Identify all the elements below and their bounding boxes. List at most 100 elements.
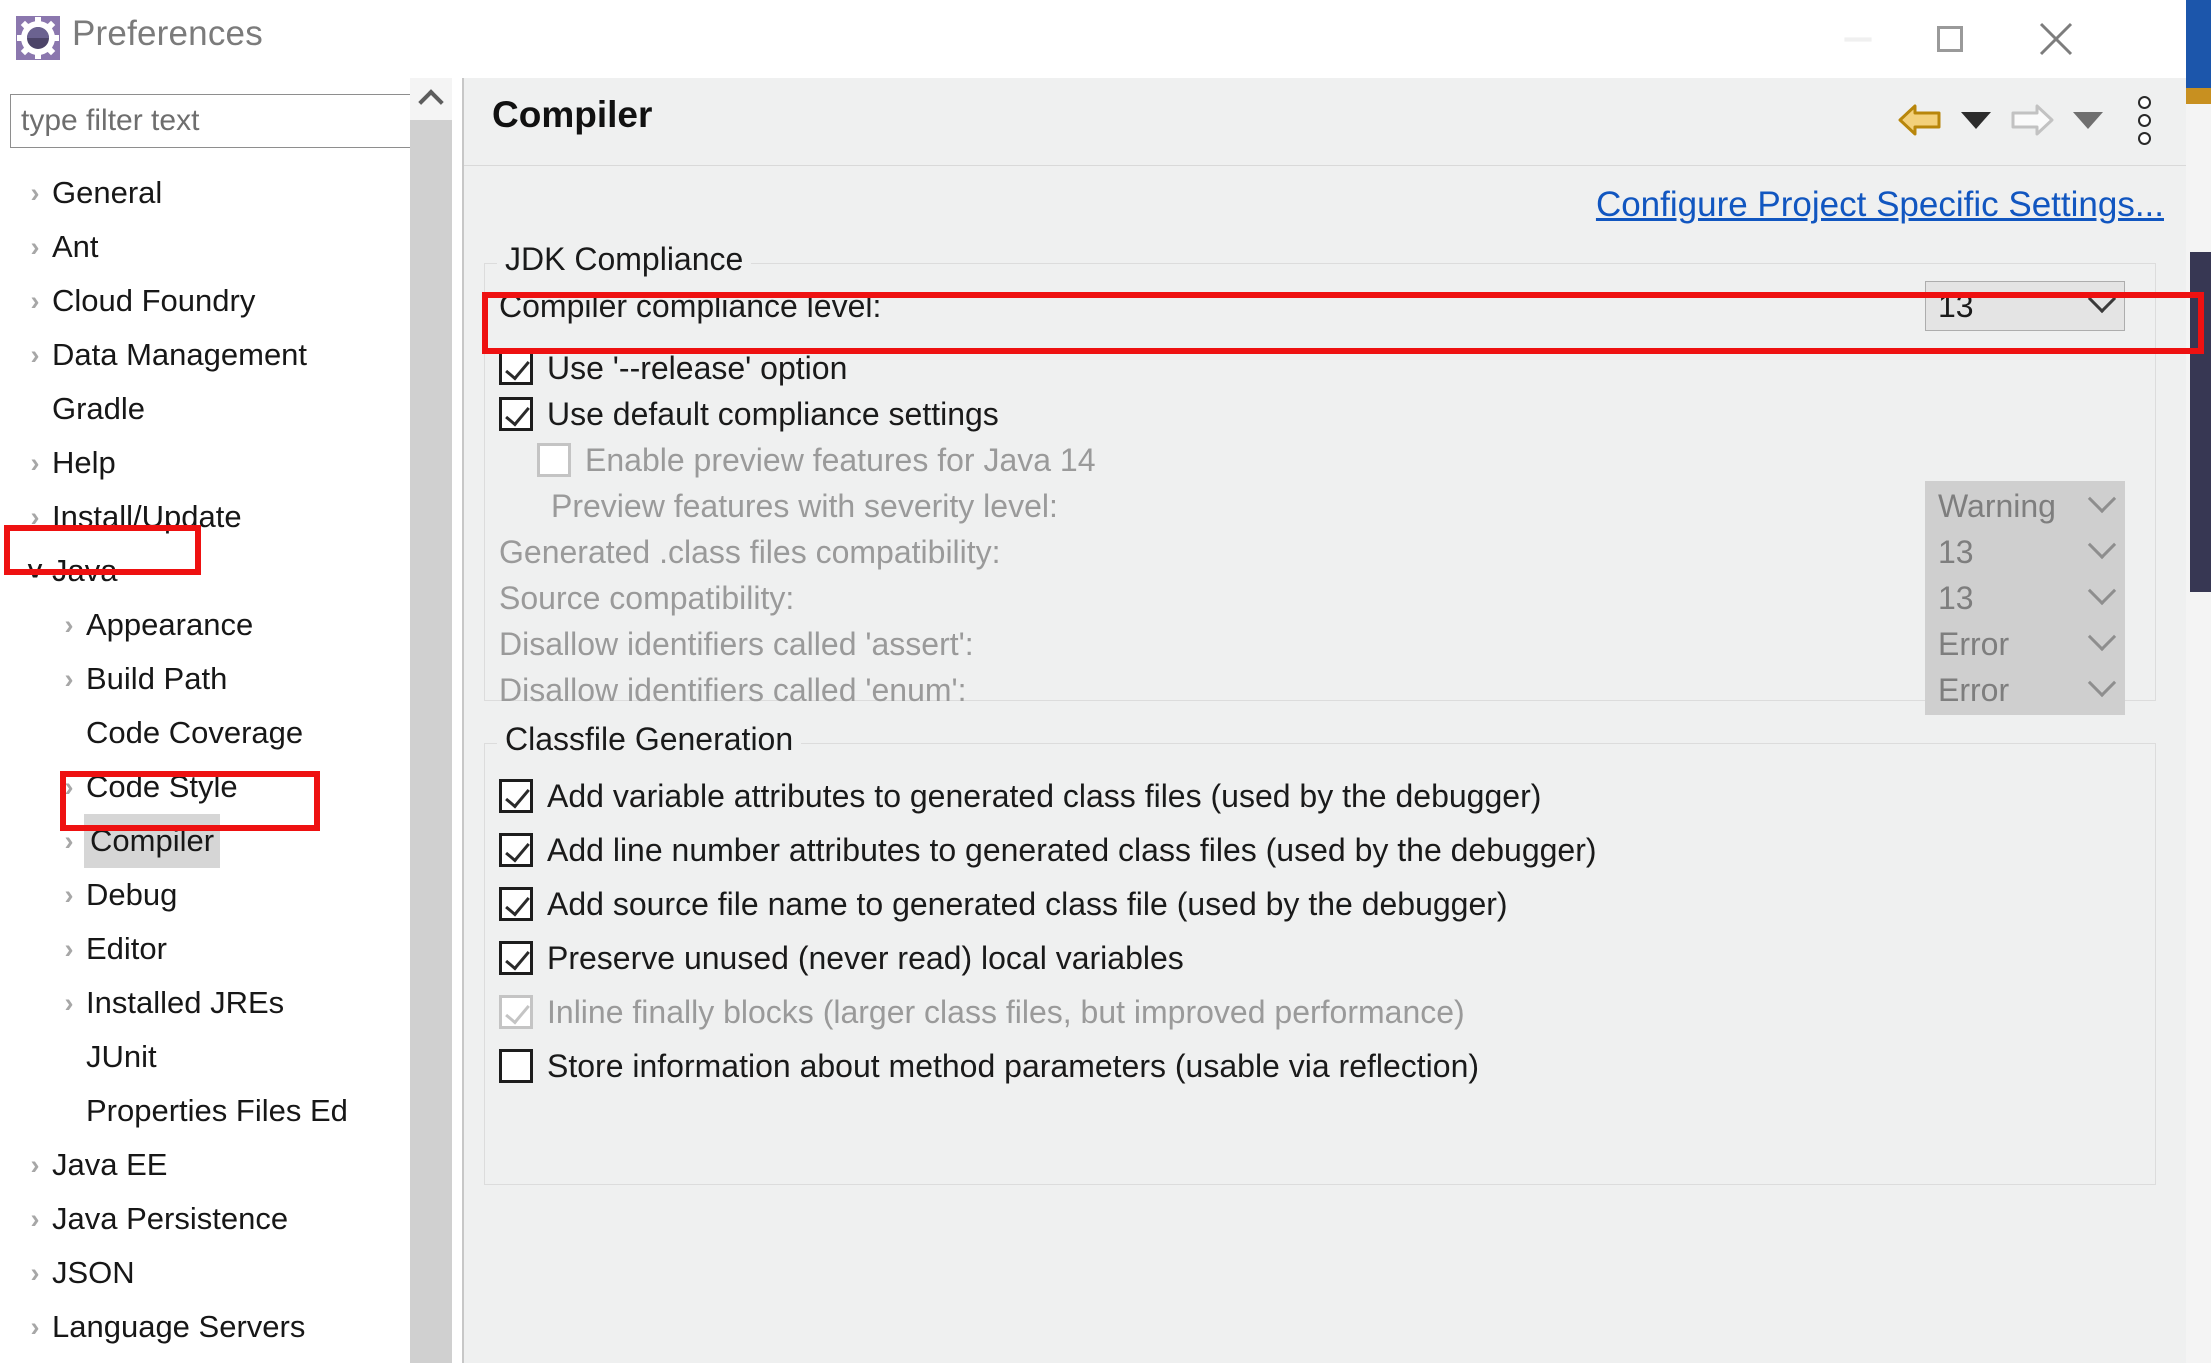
- sidebar-scrollbar-track[interactable]: [410, 78, 452, 1363]
- chevron-right-icon[interactable]: ›: [52, 598, 86, 652]
- back-button[interactable]: [1892, 92, 1948, 148]
- chevron-right-icon[interactable]: ›: [18, 1138, 52, 1192]
- sidebar-item-debug[interactable]: › Debug: [0, 868, 410, 922]
- sidebar-item-gradle[interactable]: Gradle: [0, 382, 410, 436]
- checkbox-label: Store information about method parameter…: [547, 1047, 1480, 1084]
- sidebar-item-properties-files-ed[interactable]: Properties Files Ed: [0, 1084, 410, 1138]
- back-history-dropdown[interactable]: [1948, 92, 2004, 148]
- sidebar-item-editor[interactable]: › Editor: [0, 922, 410, 976]
- sidebar-item-label: Maven: [52, 1354, 145, 1363]
- chevron-down-icon: [2087, 576, 2117, 606]
- configure-project-specific-settings-link[interactable]: Configure Project Specific Settings...: [1596, 185, 2164, 224]
- sidebar-item-java-ee[interactable]: › Java EE: [0, 1138, 410, 1192]
- project-settings-link-row: Configure Project Specific Settings...: [1596, 185, 2164, 225]
- chevron-right-icon[interactable]: ›: [18, 490, 52, 544]
- sidebar-item-label: Help: [52, 445, 116, 480]
- compiler-compliance-level-row[interactable]: Compiler compliance level: 13: [499, 279, 2141, 333]
- chevron-right-icon[interactable]: ›: [18, 1354, 52, 1363]
- sidebar-item-installed-jres[interactable]: › Installed JREs: [0, 976, 410, 1030]
- classfile-checkbox-2[interactable]: Add source file name to generated class …: [499, 877, 2141, 931]
- compiler-compliance-level-label: Compiler compliance level:: [499, 287, 882, 324]
- close-icon: [2039, 22, 2073, 56]
- chevron-down-icon[interactable]: ˅: [18, 544, 52, 598]
- vertical-ellipsis-icon: [2137, 95, 2151, 145]
- sidebar-item-general[interactable]: › General: [0, 166, 410, 220]
- chevron-down-icon: [2087, 284, 2117, 314]
- chevron-right-icon[interactable]: ›: [52, 868, 86, 922]
- jdk-combo-select-2: 13: [1925, 573, 2125, 623]
- sidebar-item-label: Language Servers: [52, 1309, 306, 1344]
- sidebar-item-ant[interactable]: › Ant: [0, 220, 410, 274]
- view-menu-button[interactable]: [2116, 92, 2172, 148]
- forward-button[interactable]: [2004, 92, 2060, 148]
- classfile-checkbox-0[interactable]: Add variable attributes to generated cla…: [499, 769, 2141, 823]
- classfile-checkbox-3[interactable]: Preserve unused (never read) local varia…: [499, 931, 2141, 985]
- jdk-compliance-group: JDK Compliance Compiler compliance level…: [484, 241, 2156, 715]
- sidebar-item-code-style[interactable]: › Code Style: [0, 760, 410, 814]
- chevron-right-icon[interactable]: ›: [18, 166, 52, 220]
- chevron-right-icon[interactable]: ›: [52, 976, 86, 1030]
- chevron-right-icon[interactable]: ›: [52, 814, 86, 868]
- checkbox-checked-icon: [499, 995, 533, 1029]
- forward-history-dropdown[interactable]: [2060, 92, 2116, 148]
- checkbox-checked-icon[interactable]: [499, 351, 533, 385]
- chevron-right-icon[interactable]: ›: [18, 274, 52, 328]
- filter-input[interactable]: [10, 94, 444, 148]
- sidebar-item-json[interactable]: › JSON: [0, 1246, 410, 1300]
- preferences-tree[interactable]: › General › Ant › Cloud Foundry › Data Manageme…: [0, 166, 410, 1363]
- chevron-down-icon: [2087, 668, 2117, 698]
- chevron-up-icon: [418, 89, 444, 115]
- background-window-blue-titlebar: [2186, 0, 2211, 88]
- checkbox-checked-icon[interactable]: [499, 779, 533, 813]
- sidebar-item-build-path[interactable]: › Build Path: [0, 652, 410, 706]
- sidebar-item-junit[interactable]: JUnit: [0, 1030, 410, 1084]
- chevron-right-icon[interactable]: ›: [18, 436, 52, 490]
- checkbox-label: Add source file name to generated class …: [547, 885, 1508, 922]
- sidebar-item-label: Java Persistence: [52, 1201, 289, 1236]
- chevron-down-icon: [1961, 111, 1991, 129]
- checkbox-unchecked-icon[interactable]: [499, 1049, 533, 1083]
- sidebar-item-java[interactable]: ˅ Java: [0, 544, 410, 598]
- checkbox-checked-icon[interactable]: [499, 833, 533, 867]
- sidebar-item-cloud-foundry[interactable]: › Cloud Foundry: [0, 274, 410, 328]
- jdk-combo-value: Error: [1938, 625, 2010, 662]
- checkbox-checked-icon[interactable]: [499, 397, 533, 431]
- minimize-button[interactable]: [1812, 0, 1904, 78]
- checkbox-checked-icon[interactable]: [499, 941, 533, 975]
- sidebar-item-compiler[interactable]: › Compiler: [0, 814, 410, 868]
- jdk-combo-value: 13: [1938, 579, 1974, 616]
- classfile-checkbox-5[interactable]: Store information about method parameter…: [499, 1039, 2141, 1093]
- chevron-right-icon[interactable]: ›: [52, 922, 86, 976]
- chevron-right-icon[interactable]: ›: [18, 220, 52, 274]
- content-header: Compiler: [464, 78, 2186, 166]
- sidebar-item-data-management[interactable]: › Data Management: [0, 328, 410, 382]
- chevron-right-icon[interactable]: ›: [18, 1192, 52, 1246]
- chevron-right-icon[interactable]: ›: [18, 328, 52, 382]
- sidebar-item-label: Code Style: [86, 769, 238, 804]
- sidebar-item-code-coverage[interactable]: Code Coverage: [0, 706, 410, 760]
- checkbox-checked-icon[interactable]: [499, 887, 533, 921]
- sidebar-item-install-update[interactable]: › Install/Update: [0, 490, 410, 544]
- maximize-button[interactable]: [1904, 0, 1996, 78]
- sidebar-item-maven[interactable]: ›Maven: [0, 1354, 410, 1363]
- chevron-right-icon[interactable]: ›: [18, 1246, 52, 1300]
- sidebar-item-label: JUnit: [86, 1039, 157, 1074]
- compiler-compliance-level-combo[interactable]: 13: [1925, 281, 2125, 331]
- chevron-right-icon[interactable]: ›: [52, 652, 86, 706]
- back-arrow-icon: [1898, 104, 1941, 136]
- chevron-right-icon[interactable]: ›: [18, 1300, 52, 1354]
- sidebar-item-language-servers[interactable]: › Language Servers: [0, 1300, 410, 1354]
- sidebar-scroll-up-button[interactable]: [410, 78, 452, 120]
- sidebar-item-appearance[interactable]: › Appearance: [0, 598, 410, 652]
- chevron-right-icon[interactable]: ›: [52, 760, 86, 814]
- checkbox-label: Add variable attributes to generated cla…: [547, 777, 1542, 814]
- classfile-checkbox-1[interactable]: Add line number attributes to generated …: [499, 823, 2141, 877]
- chevron-down-icon: [2073, 111, 2103, 129]
- checkbox-unchecked-icon: [537, 443, 571, 477]
- chevron-down-icon: [2087, 530, 2117, 560]
- close-button[interactable]: [2010, 0, 2102, 78]
- sidebar-item-java-persistence[interactable]: › Java Persistence: [0, 1192, 410, 1246]
- sidebar-item-label: Build Path: [86, 661, 228, 696]
- sidebar-item-help[interactable]: › Help: [0, 436, 410, 490]
- sidebar-item-label: Java: [52, 553, 118, 588]
